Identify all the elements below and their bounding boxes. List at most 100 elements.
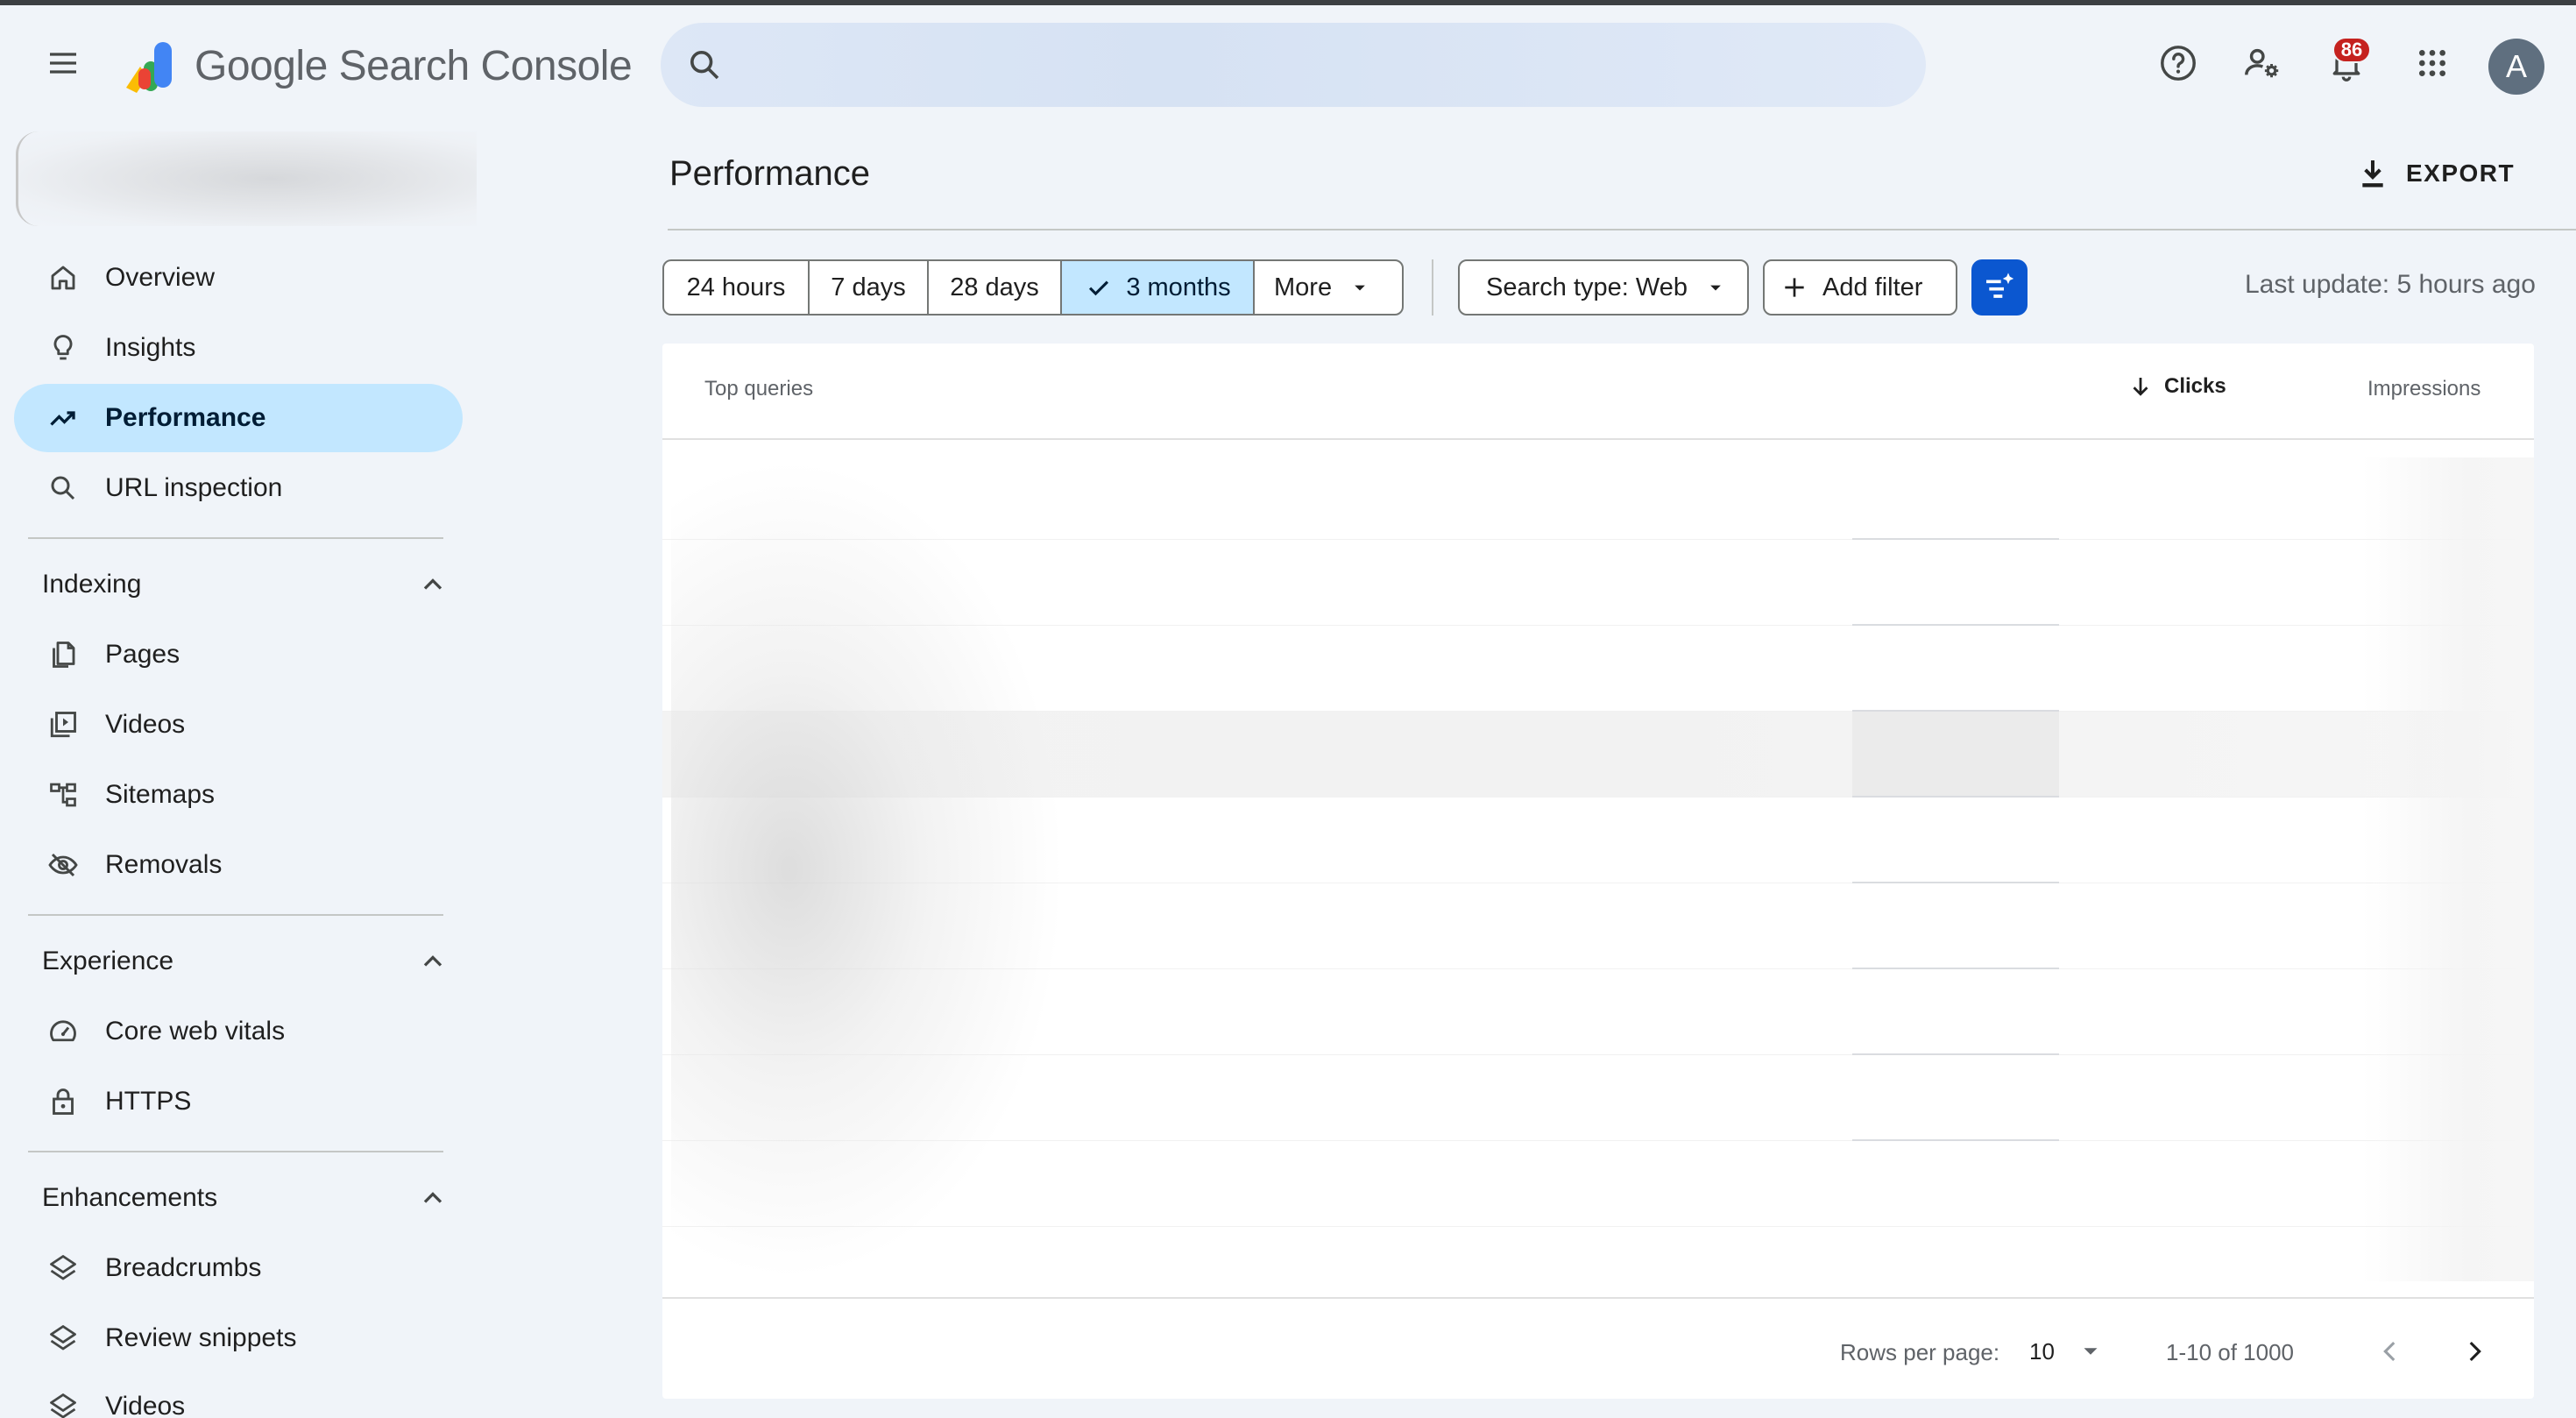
- sidebar-item-overview[interactable]: Overview: [14, 244, 463, 312]
- range-more-dropdown[interactable]: More: [1255, 261, 1402, 314]
- dropdown-arrow-icon: [2084, 1348, 2098, 1355]
- page-title: Performance: [669, 154, 870, 193]
- layers-icon: [46, 1389, 81, 1418]
- table-header: Top queries Clicks Impressions: [662, 344, 2534, 440]
- sidebar-divider: [28, 537, 443, 539]
- search-type-label: Search type: Web: [1486, 273, 1688, 301]
- dropdown-arrow-icon: [1710, 285, 1721, 291]
- layers-icon: [46, 1321, 81, 1356]
- range-label: 28 days: [950, 273, 1039, 301]
- range-24-hours-button[interactable]: 24 hours: [664, 261, 810, 314]
- table-pagination: Rows per page: 10 1-10 of 1000: [662, 1297, 2534, 1399]
- search-bar[interactable]: [661, 23, 1926, 107]
- video-icon: [46, 707, 81, 742]
- sidebar-item-label: Performance: [105, 403, 266, 432]
- sidebar-item-insights[interactable]: Insights: [14, 314, 463, 382]
- person-settings-icon: [2245, 48, 2279, 78]
- apps-grid-icon: [2419, 50, 2445, 76]
- account-avatar[interactable]: A: [2488, 39, 2544, 95]
- export-button[interactable]: EXPORT: [2355, 147, 2515, 200]
- range-3-months-button[interactable]: 3 months: [1062, 261, 1255, 314]
- section-title: Experience: [42, 947, 174, 975]
- trending-up-icon: [46, 401, 81, 436]
- sidebar-item-removals[interactable]: Removals: [14, 831, 463, 899]
- sidebar-item-breadcrumbs[interactable]: Breadcrumbs: [14, 1234, 463, 1302]
- sidebar-item-label: Overview: [105, 263, 216, 292]
- pagination-range: 1-10 of 1000: [2166, 1339, 2295, 1365]
- range-7-days-button[interactable]: 7 days: [810, 261, 929, 314]
- product-name: Google Search Console: [195, 43, 633, 89]
- sidebar-item-enh-videos[interactable]: Videos: [14, 1372, 463, 1418]
- lightbulb-icon: [46, 330, 81, 365]
- sidebar-item-label: Videos: [105, 710, 186, 739]
- search-type-dropdown[interactable]: Search type: Web: [1458, 259, 1749, 316]
- sidebar-item-https[interactable]: HTTPS: [14, 1067, 463, 1136]
- eye-off-icon: [46, 847, 81, 883]
- chevron-right-icon: [2469, 1341, 2481, 1362]
- sidebar-item-review-snippets[interactable]: Review snippets: [14, 1304, 463, 1372]
- search-console-logo-icon: [126, 42, 172, 93]
- section-indexing-header[interactable]: Indexing: [14, 554, 463, 615]
- export-label: EXPORT: [2406, 160, 2516, 187]
- sidebar-item-url-inspection[interactable]: URL inspection: [14, 454, 463, 522]
- sidebar-item-videos[interactable]: Videos: [14, 691, 463, 759]
- sparkle-filter-icon: [1986, 273, 2014, 298]
- google-apps-button[interactable]: [2408, 39, 2457, 88]
- range-label: 24 hours: [686, 273, 786, 301]
- chevron-up-icon: [423, 578, 442, 590]
- help-icon: [2161, 46, 2196, 81]
- lock-icon: [46, 1084, 81, 1119]
- toolbar-separator: [1432, 259, 1433, 316]
- manage-users-button[interactable]: [2238, 39, 2287, 88]
- sidebar-item-core-web-vitals[interactable]: Core web vitals: [14, 997, 463, 1066]
- column-header-clicks[interactable]: Clicks: [2127, 373, 2226, 400]
- last-update-text: Last update: 5 hours ago: [2245, 270, 2536, 299]
- search-icon: [690, 51, 719, 80]
- range-label: More: [1274, 273, 1333, 301]
- add-filter-button[interactable]: Add filter: [1763, 259, 1957, 316]
- download-icon: [2362, 160, 2383, 188]
- range-28-days-button[interactable]: 28 days: [929, 261, 1062, 314]
- column-header-impressions[interactable]: Impressions: [2367, 377, 2480, 401]
- rows-per-page-value: 10: [2029, 1337, 2055, 1365]
- sidebar-item-label: Breadcrumbs: [105, 1253, 262, 1282]
- sidebar-item-label: URL inspection: [105, 473, 283, 502]
- section-title: Enhancements: [42, 1183, 218, 1212]
- app-header: Google Search Console 86 A: [0, 5, 2576, 119]
- pages-icon: [46, 637, 81, 672]
- previous-page-button[interactable]: [2369, 1330, 2411, 1372]
- sidebar-item-label: Sitemaps: [105, 780, 216, 809]
- chevron-left-icon: [2383, 1341, 2396, 1362]
- speedometer-icon: [46, 1014, 81, 1049]
- date-range-selector: 24 hours 7 days 28 days 3 months More: [662, 259, 1404, 316]
- sidebar-divider: [28, 1151, 443, 1152]
- section-title: Indexing: [42, 570, 142, 599]
- sidebar-item-label: Core web vitals: [105, 1017, 286, 1046]
- property-selector[interactable]: [16, 131, 477, 226]
- hamburger-menu-icon: [50, 53, 76, 74]
- sidebar-item-sitemaps[interactable]: Sitemaps: [14, 761, 463, 829]
- range-label: 3 months: [1126, 273, 1231, 301]
- sidebar-item-performance[interactable]: Performance: [14, 384, 463, 452]
- chevron-up-icon: [423, 955, 442, 967]
- section-experience-header[interactable]: Experience: [14, 931, 463, 992]
- sitemap-icon: [46, 777, 81, 812]
- search-icon: [46, 471, 81, 506]
- chevron-up-icon: [423, 1192, 442, 1203]
- next-page-button[interactable]: [2453, 1330, 2495, 1372]
- blurred-query-content: [671, 457, 1065, 1281]
- arrow-down-icon: [2133, 378, 2148, 396]
- ai-filter-button[interactable]: [1971, 259, 2028, 316]
- checkmark-icon: [1089, 280, 1109, 296]
- sidebar-item-label: HTTPS: [105, 1087, 192, 1116]
- plus-icon: [1785, 278, 1804, 297]
- help-button[interactable]: [2154, 39, 2203, 88]
- sidebar-item-pages[interactable]: Pages: [14, 620, 463, 689]
- section-enhancements-header[interactable]: Enhancements: [14, 1167, 463, 1229]
- column-label: Clicks: [2164, 374, 2226, 398]
- main-menu-button[interactable]: [39, 39, 88, 88]
- add-filter-label: Add filter: [1822, 273, 1923, 301]
- search-console-logo[interactable]: [117, 35, 180, 98]
- rows-per-page-select[interactable]: 10: [2029, 1334, 2104, 1369]
- sidebar-item-label: Insights: [105, 333, 196, 362]
